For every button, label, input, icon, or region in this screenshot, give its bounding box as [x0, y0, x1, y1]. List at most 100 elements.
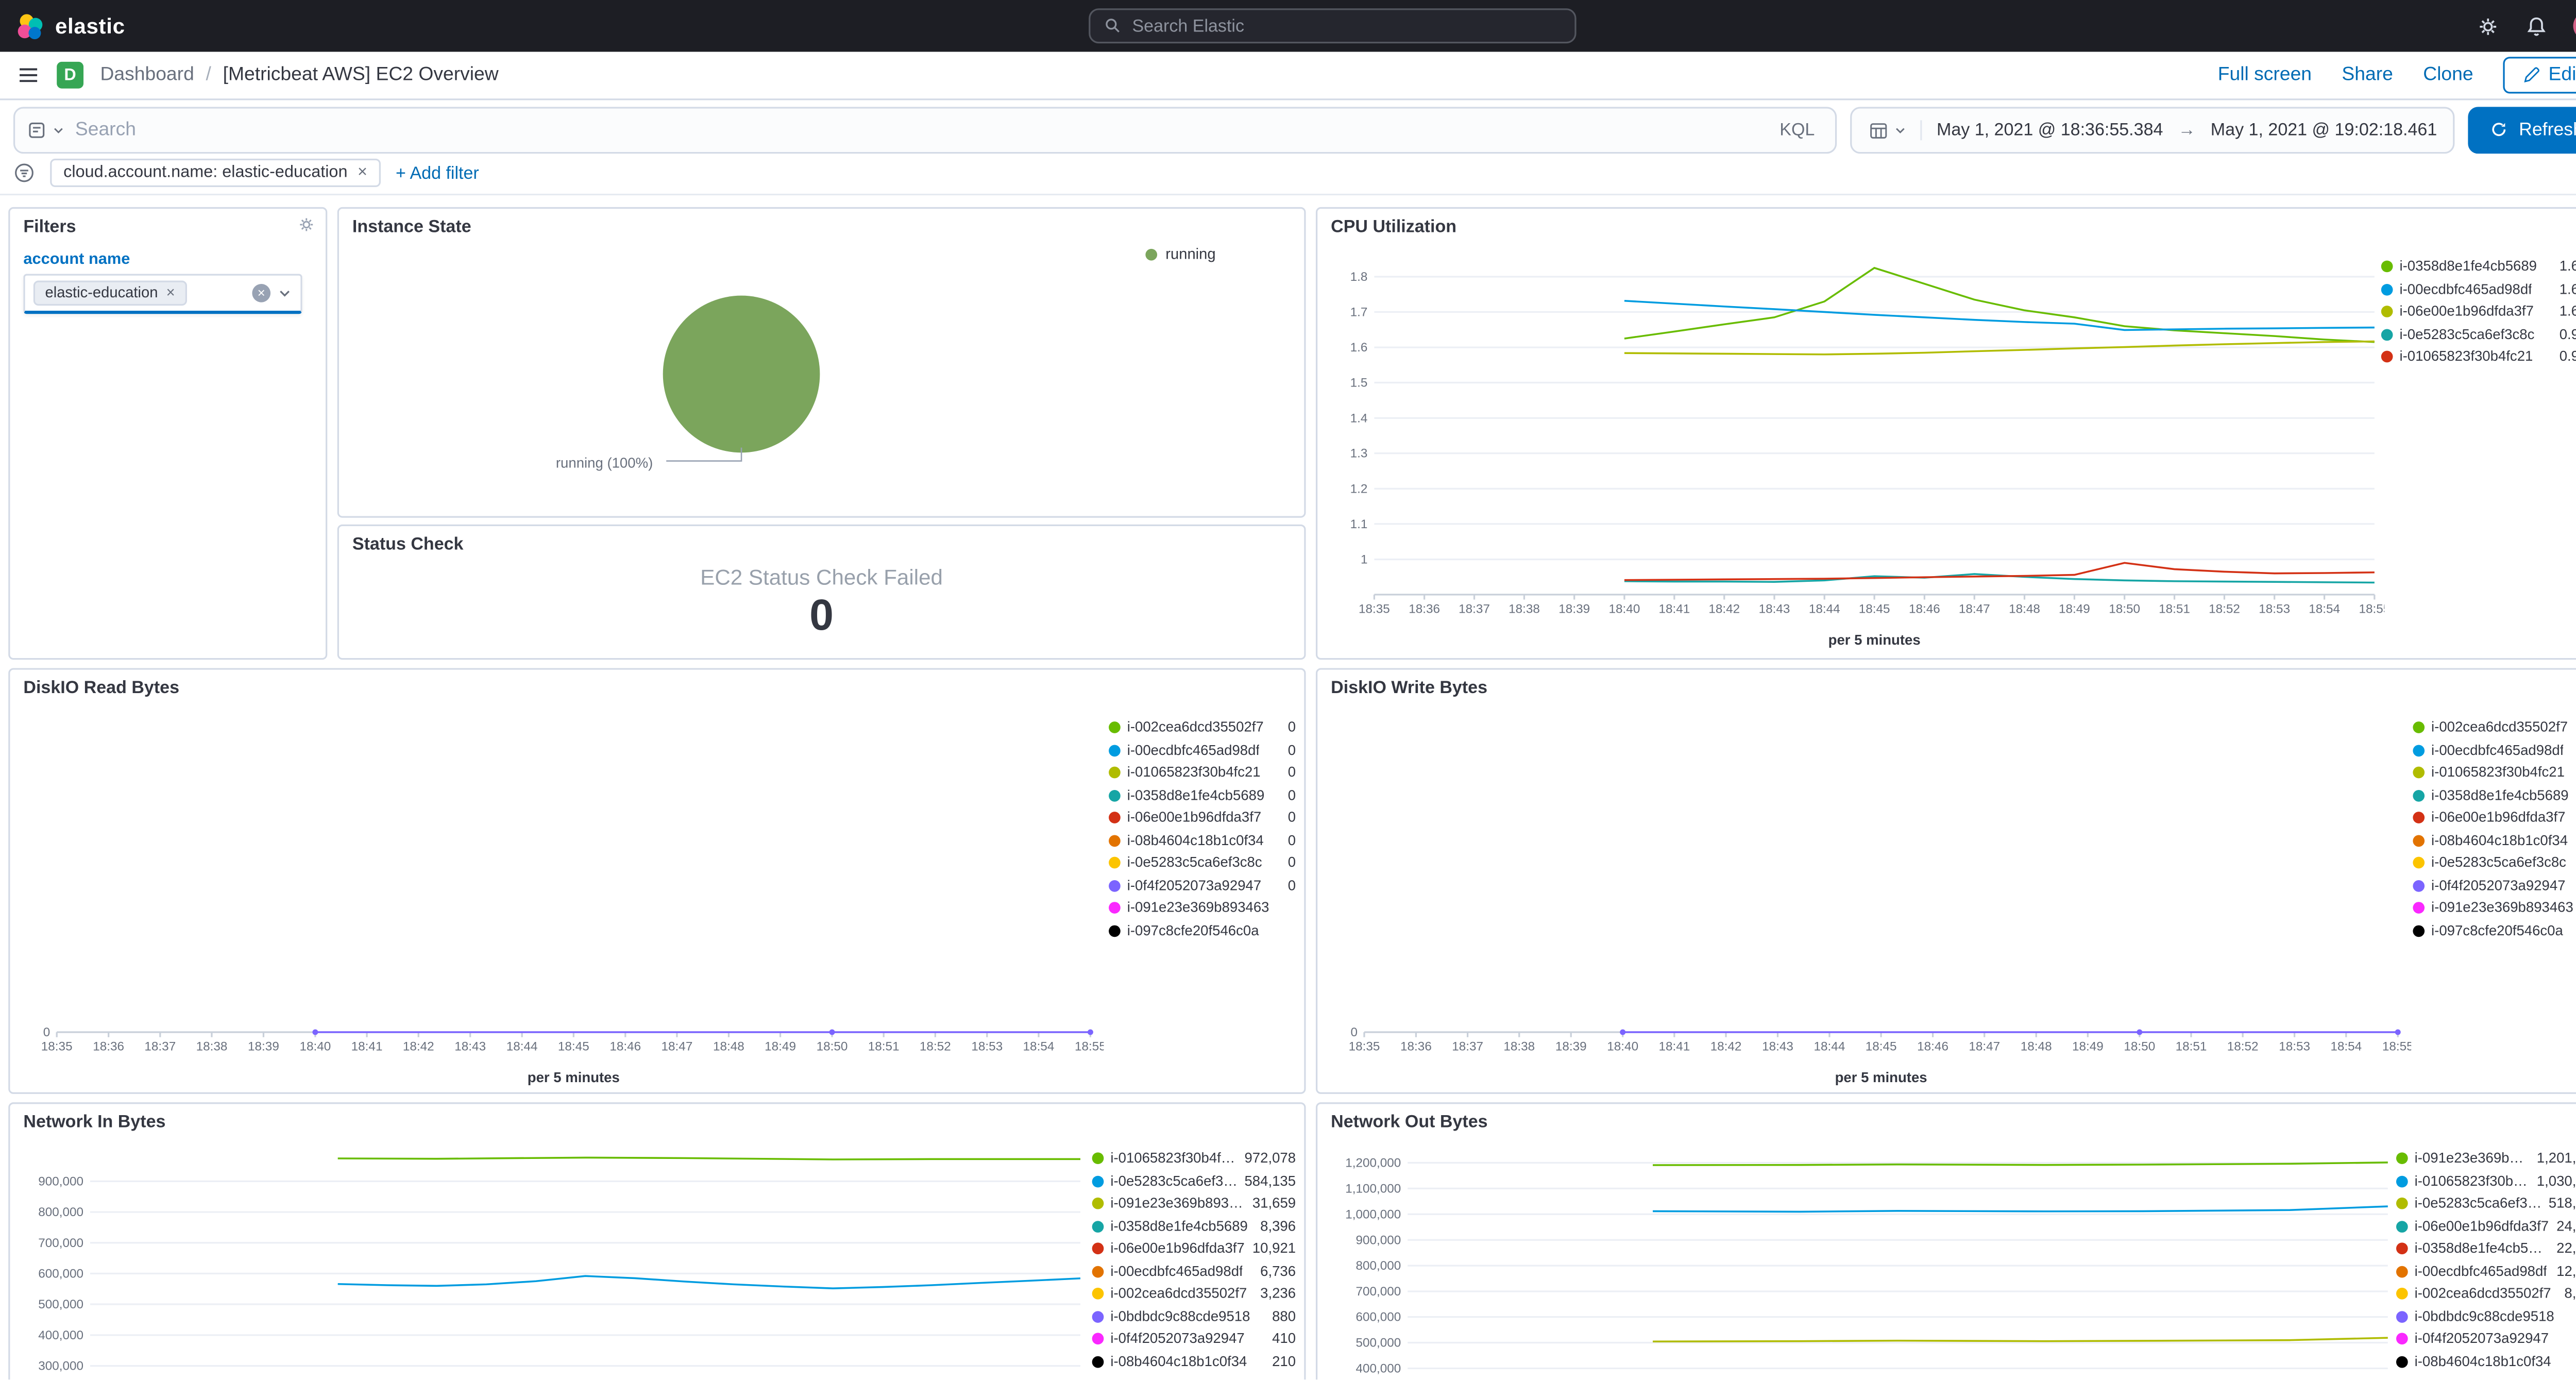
legend-item[interactable]: i-0e5283c5ca6ef3c8c 0 — [2413, 855, 2576, 871]
legend-item[interactable]: i-00ecdbfc465ad98df 0 — [1109, 742, 1296, 759]
share-link[interactable]: Share — [2342, 65, 2393, 85]
legend-item[interactable]: i-01065823f30b4fc21 0.963 — [2381, 348, 2576, 365]
query-input[interactable]: Search KQL — [13, 106, 1837, 153]
date-from[interactable]: May 1, 2021 @ 18:36:55.384 — [1937, 120, 2163, 140]
clear-selection-icon[interactable]: × — [252, 283, 271, 302]
legend-item[interactable]: i-002cea6dcd35502f7 0 — [2413, 720, 2576, 736]
legend-item[interactable]: i-06e00e1b96dfda3f7 24,685 — [2396, 1218, 2576, 1234]
date-range-arrow-icon: → — [2178, 119, 2196, 140]
settings-icon[interactable] — [2477, 14, 2500, 38]
breadcrumb-dashboard[interactable]: Dashboard — [100, 65, 194, 85]
legend-item[interactable]: i-091e23e369b893463 31,659 — [1092, 1195, 1296, 1212]
clone-link[interactable]: Clone — [2423, 65, 2473, 85]
legend-item[interactable]: i-06e00e1b96dfda3f7 10,921 — [1092, 1240, 1296, 1257]
legend-item[interactable]: i-00ecdbfc465ad98df 6,736 — [1092, 1263, 1296, 1280]
series-color-dot — [1092, 1153, 1104, 1165]
svg-text:18:54: 18:54 — [1023, 1040, 1055, 1054]
legend-item[interactable]: i-097c8cfe20f546c0a — [2413, 923, 2576, 939]
legend-item[interactable]: i-0e5283c5ca6ef3c8c 0.934 — [2381, 326, 2576, 343]
global-search-input[interactable]: Search Elastic — [1089, 8, 1577, 44]
legend-item[interactable]: i-0f4f2052073a92947 0 — [2413, 878, 2576, 894]
deployment-badge[interactable]: D — [57, 61, 84, 89]
chevron-down-icon[interactable] — [277, 285, 292, 300]
diskio-write-chart[interactable]: 0 18:35 18:36 18:37 18:38 18:39 18:40 18:41 18:4… — [1331, 706, 2412, 1092]
legend-item[interactable]: i-00ecdbfc465ad98df 0 — [2413, 743, 2576, 759]
legend-item[interactable]: i-0358d8e1fe4cb5689 8,396 — [1092, 1218, 1296, 1234]
legend-item[interactable]: i-091e23e369b893463 — [1109, 900, 1296, 916]
full-screen-link[interactable]: Full screen — [2218, 65, 2312, 85]
legend-item[interactable]: i-0e5283c5ca6ef3c8c 518,768 — [2396, 1195, 2576, 1212]
svg-text:0: 0 — [1350, 1025, 1358, 1039]
series-color-dot — [2413, 857, 2425, 869]
legend-item[interactable]: i-0e5283c5ca6ef3c8c 584,135 — [1092, 1172, 1296, 1189]
legend-item[interactable]: i-0358d8e1fe4cb5689 0 — [2413, 787, 2576, 803]
legend-item[interactable]: i-0f4f2052073a92947 0 — [1109, 877, 1296, 894]
legend-item[interactable]: i-08b4604c18b1c0f34 0 — [2413, 833, 2576, 849]
panel-options-icon[interactable] — [297, 215, 316, 234]
svg-text:400,000: 400,000 — [1355, 1362, 1401, 1376]
legend-item[interactable]: i-00ecdbfc465ad98df 1.656 — [2381, 280, 2576, 297]
legend-item[interactable]: i-091e23e369b893463 1,201,252 — [2396, 1150, 2576, 1167]
diskio-read-chart[interactable]: 0 18:35 18:36 18:37 18:38 18:39 18:40 18:41 18:4… — [23, 706, 1104, 1092]
account-name-combobox[interactable]: elastic-education × × — [23, 274, 302, 314]
legend-item[interactable]: i-0bdbdc9c88cde9518 588 — [2396, 1308, 2576, 1324]
legend-item[interactable]: i-002cea6dcd35502f7 8,779 — [2396, 1285, 2576, 1302]
legend-item[interactable]: i-091e23e369b893463 — [2413, 900, 2576, 916]
notifications-icon[interactable] — [2525, 14, 2548, 38]
svg-text:18:51: 18:51 — [2176, 1040, 2207, 1054]
remove-filter-icon[interactable]: × — [358, 164, 367, 182]
legend-item[interactable]: i-002cea6dcd35502f7 0 — [1109, 718, 1296, 736]
legend-item[interactable]: i-01065823f30b4fc21 0 — [2413, 765, 2576, 781]
filter-options-icon[interactable] — [13, 162, 35, 183]
network-in-chart[interactable]: 300,000 400,000 500,000 600,000 700,000 800,0… — [23, 1141, 1094, 1379]
network-out-chart[interactable]: 400,000 500,000 600,000 700,000 800,000 900,0… — [1331, 1141, 2401, 1379]
legend-label: i-06e00e1b96dfda3f7 — [2431, 810, 2566, 826]
svg-text:18:54: 18:54 — [2309, 602, 2340, 616]
legend-item[interactable]: i-01065823f30b4fc21 0 — [1109, 764, 1296, 781]
legend-label: i-097c8cfe20f546c0a — [2431, 922, 2563, 938]
legend-item[interactable]: i-097c8cfe20f546c0a — [1109, 923, 1296, 939]
cpu-utilization-chart[interactable]: 1 1.1 1.2 1.3 1.4 1.5 1.6 1.7 1.8 18:35 18:36 18:37… — [1331, 245, 2384, 654]
legend-item[interactable]: i-0e5283c5ca6ef3c8c 0 — [1109, 854, 1296, 871]
edit-button[interactable]: Edit — [2503, 57, 2576, 94]
panel-diskio-read: DiskIO Read Bytes 0 18:35 18:36 18:37 18:38 1… — [8, 668, 1306, 1094]
series-color-dot — [2396, 1310, 2408, 1323]
legend-value: 0 — [1287, 718, 1296, 735]
menu-icon[interactable] — [16, 63, 40, 87]
legend-item[interactable]: i-0bdbdc9c88cde9518 880 — [1092, 1308, 1296, 1324]
legend-item[interactable]: i-06e00e1b96dfda3f7 1.617 — [2381, 303, 2576, 320]
legend-item[interactable]: i-0358d8e1fe4cb5689 0 — [1109, 787, 1296, 803]
legend-item[interactable]: i-06e00e1b96dfda3f7 0 — [1109, 809, 1296, 826]
legend-item[interactable]: i-08b4604c18b1c0f34 0 — [1109, 832, 1296, 849]
legend-label: i-0358d8e1fe4cb5689 — [2414, 1241, 2550, 1256]
legend-label: i-08b4604c18b1c0f34 — [2431, 832, 2568, 848]
svg-text:1.5: 1.5 — [1350, 376, 1368, 390]
saved-query-menu-button[interactable] — [15, 108, 75, 151]
legend-item[interactable]: i-08b4604c18b1c0f34 210 — [1092, 1353, 1296, 1370]
remove-option-icon[interactable]: × — [166, 284, 175, 302]
legend-item[interactable]: i-00ecdbfc465ad98df 12,176 — [2396, 1263, 2576, 1280]
legend-item[interactable]: i-01065823f30b4fc21 1,030,384 — [2396, 1172, 2576, 1189]
legend-item[interactable]: i-002cea6dcd35502f7 3,236 — [1092, 1285, 1296, 1302]
legend-item[interactable]: i-0f4f2052073a92947 208 — [2396, 1331, 2576, 1347]
legend-item[interactable]: i-0358d8e1fe4cb5689 22,498 — [2396, 1240, 2576, 1257]
legend-item[interactable]: i-0358d8e1fe4cb5689 1.615 — [2381, 258, 2576, 275]
panel-title: CPU Utilization — [1331, 217, 1457, 238]
date-picker[interactable]: May 1, 2021 @ 18:36:55.384 → May 1, 2021… — [1850, 106, 2455, 153]
date-to[interactable]: May 1, 2021 @ 19:02:18.461 — [2211, 120, 2437, 140]
elastic-brand[interactable]: elastic — [16, 12, 125, 39]
legend-item[interactable]: i-0f4f2052073a92947 410 — [1092, 1330, 1296, 1347]
filter-pill[interactable]: cloud.account.name: elastic-education × — [50, 158, 381, 188]
add-filter-link[interactable]: + Add filter — [396, 163, 479, 183]
legend-item[interactable]: i-08b4604c18b1c0f34 196 — [2396, 1354, 2576, 1370]
user-avatar[interactable]: m — [2573, 11, 2576, 40]
pie-legend-item[interactable]: running — [1145, 245, 1216, 262]
query-language-button[interactable]: KQL — [1759, 120, 1835, 140]
legend-item[interactable]: i-06e00e1b96dfda3f7 0 — [2413, 810, 2576, 826]
legend-value: 0 — [1287, 785, 1296, 803]
legend-item[interactable]: i-01065823f30b4fc21 972,078 — [1092, 1150, 1296, 1167]
svg-text:18:35: 18:35 — [1349, 1040, 1380, 1054]
refresh-button[interactable]: Refresh — [2468, 106, 2576, 153]
panel-network-in: Network In Bytes 300,000 400,000 500,000 60… — [8, 1102, 1306, 1380]
calendar-menu-button[interactable] — [1868, 119, 1922, 140]
